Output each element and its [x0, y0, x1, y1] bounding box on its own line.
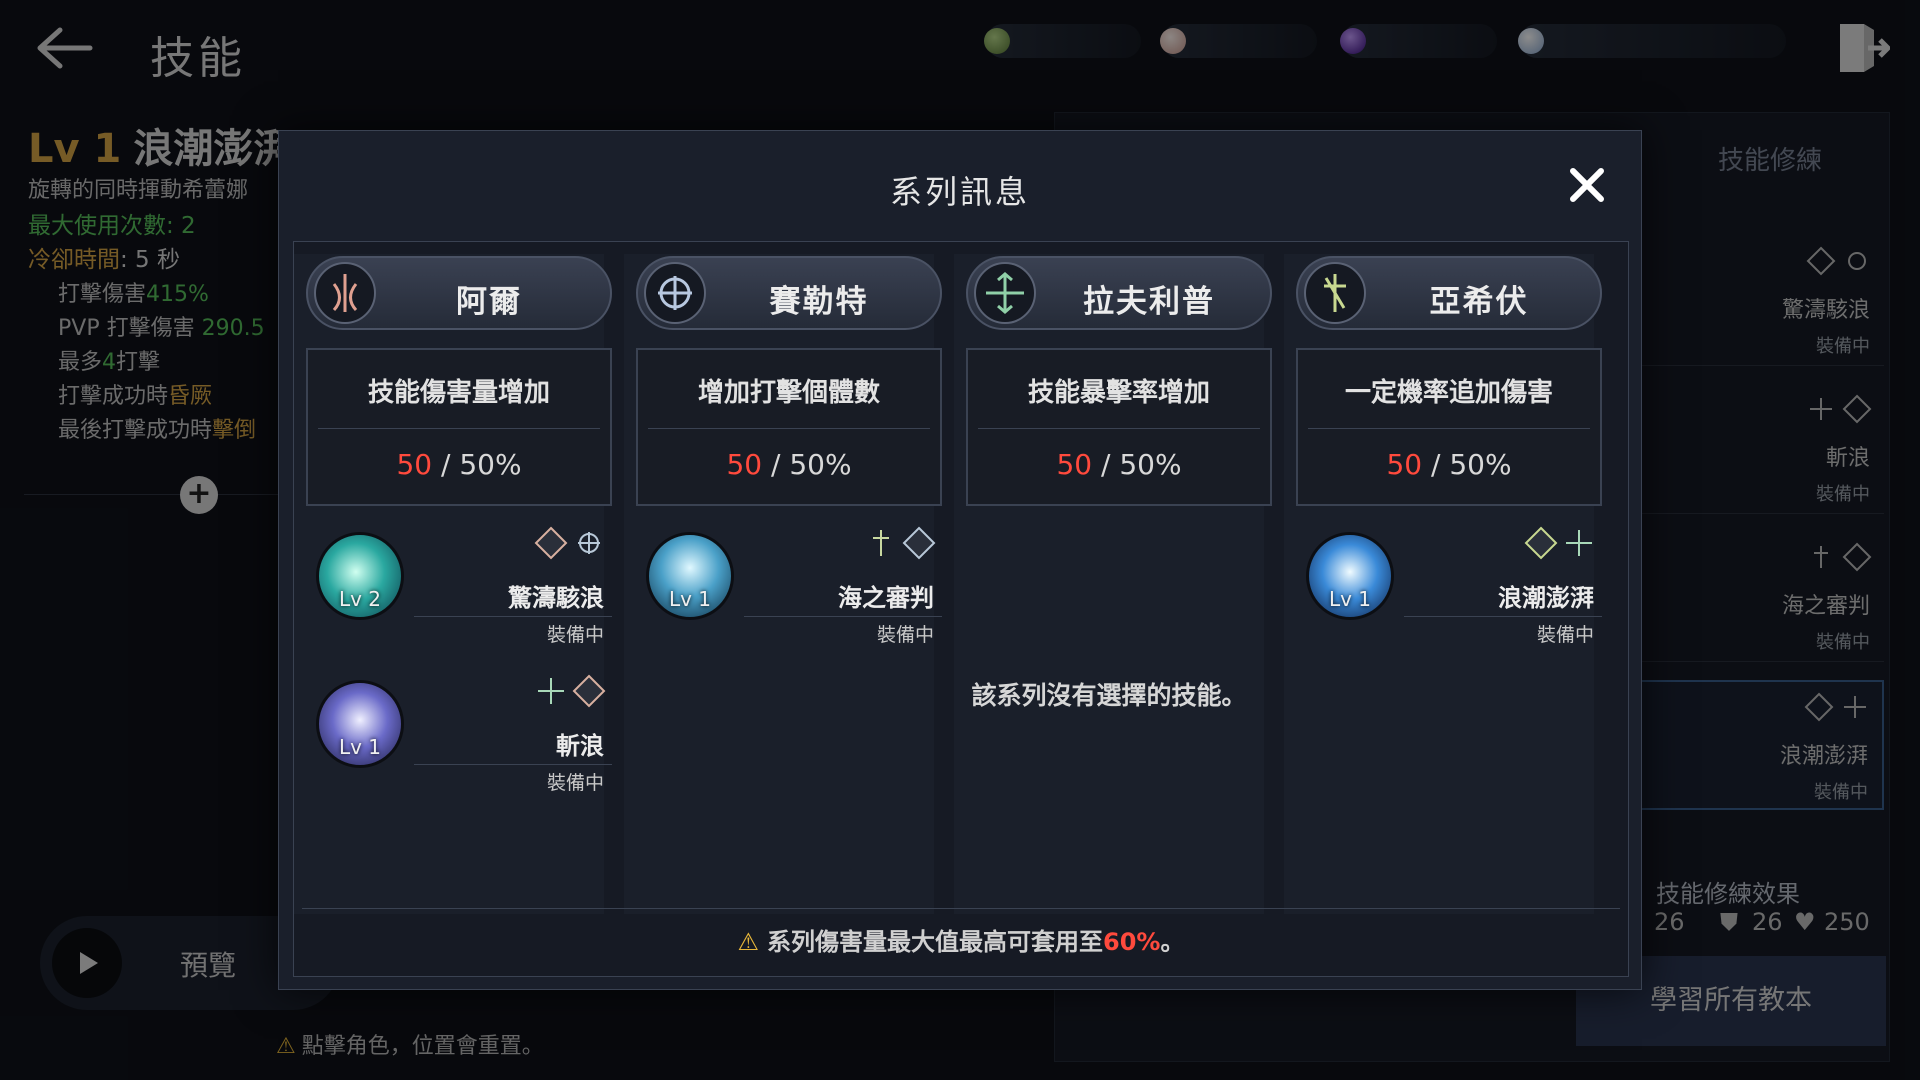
bonus-value: 50 / 50%	[1386, 448, 1512, 481]
series-skill[interactable]: Lv 1 海之審判 裝備中	[636, 526, 942, 656]
slash-skill-icon: Lv 1	[316, 680, 404, 768]
series-header[interactable]: 阿爾	[306, 256, 612, 330]
series-skill[interactable]: Lv 2 驚濤駭浪 裝備中	[306, 526, 612, 656]
series-bonus: 一定機率追加傷害 50 / 50%	[1296, 348, 1602, 506]
divider	[1308, 428, 1590, 429]
series-bonus: 增加打擊個體數 50 / 50%	[636, 348, 942, 506]
empty-series-message: 該系列沒有選擇的技能。	[971, 681, 1247, 710]
divider	[1404, 616, 1602, 617]
divider	[414, 616, 612, 617]
series-info-modal: 系列訊息 阿爾 技能傷害量增加 50 / 50% Lv 2 驚濤駭浪 裝備中 L…	[278, 130, 1642, 990]
rune-diamond-icon	[572, 674, 606, 708]
sea-judgment-skill-icon: Lv 1	[646, 532, 734, 620]
rune-arrows-icon	[538, 678, 564, 704]
surging-wave-skill-icon: Lv 1	[1306, 532, 1394, 620]
bonus-value: 50 / 50%	[396, 448, 522, 481]
bonus-value: 50 / 50%	[726, 448, 852, 481]
series-bonus: 技能暴擊率增加 50 / 50%	[966, 348, 1272, 506]
arrows-emblem-icon	[974, 262, 1036, 324]
divider	[978, 428, 1260, 429]
flame-emblem-icon	[314, 262, 376, 324]
rune-diamond-icon	[534, 526, 568, 560]
series-column-ashif: 亞希伏 一定機率追加傷害 50 / 50% Lv 1 浪潮澎湃 裝備中	[1284, 254, 1602, 914]
series-header[interactable]: 亞希伏	[1296, 256, 1602, 330]
divider	[744, 616, 942, 617]
series-skill[interactable]: Lv 1 浪潮澎湃 裝備中	[1296, 526, 1602, 656]
warning-icon: ⚠	[737, 928, 760, 956]
rune-diamond-icon	[902, 526, 936, 560]
compass-emblem-icon	[644, 262, 706, 324]
cross-emblem-icon	[1304, 262, 1366, 324]
divider	[302, 908, 1620, 909]
rune-diamond-icon	[1524, 526, 1558, 560]
series-header[interactable]: 拉夫利普	[966, 256, 1272, 330]
divider	[648, 428, 930, 429]
series-bonus: 技能傷害量增加 50 / 50%	[306, 348, 612, 506]
wave-skill-icon: Lv 2	[316, 532, 404, 620]
series-column-raphrip: 拉夫利普 技能暴擊率增加 50 / 50% 該系列沒有選擇的技能。	[954, 254, 1272, 914]
divider	[414, 764, 612, 765]
divider	[318, 428, 600, 429]
series-damage-note: ⚠ 系列傷害量最大值最高可套用至60%。	[737, 928, 1185, 956]
rune-compass-icon	[578, 532, 600, 554]
close-icon[interactable]	[1565, 163, 1609, 207]
series-header[interactable]: 賽勒特	[636, 256, 942, 330]
modal-title: 系列訊息	[889, 173, 1030, 211]
series-column-seret: 賽勒特 增加打擊個體數 50 / 50% Lv 1 海之審判 裝備中	[624, 254, 942, 914]
series-columns: 阿爾 技能傷害量增加 50 / 50% Lv 2 驚濤駭浪 裝備中 Lv 1 斬…	[293, 241, 1629, 977]
rune-arrows-icon	[1566, 530, 1592, 556]
series-column-arl: 阿爾 技能傷害量增加 50 / 50% Lv 2 驚濤駭浪 裝備中 Lv 1 斬…	[294, 254, 612, 914]
series-skill[interactable]: Lv 1 斬浪 裝備中	[306, 674, 612, 804]
rune-cross-icon	[873, 530, 889, 556]
bonus-value: 50 / 50%	[1056, 448, 1182, 481]
